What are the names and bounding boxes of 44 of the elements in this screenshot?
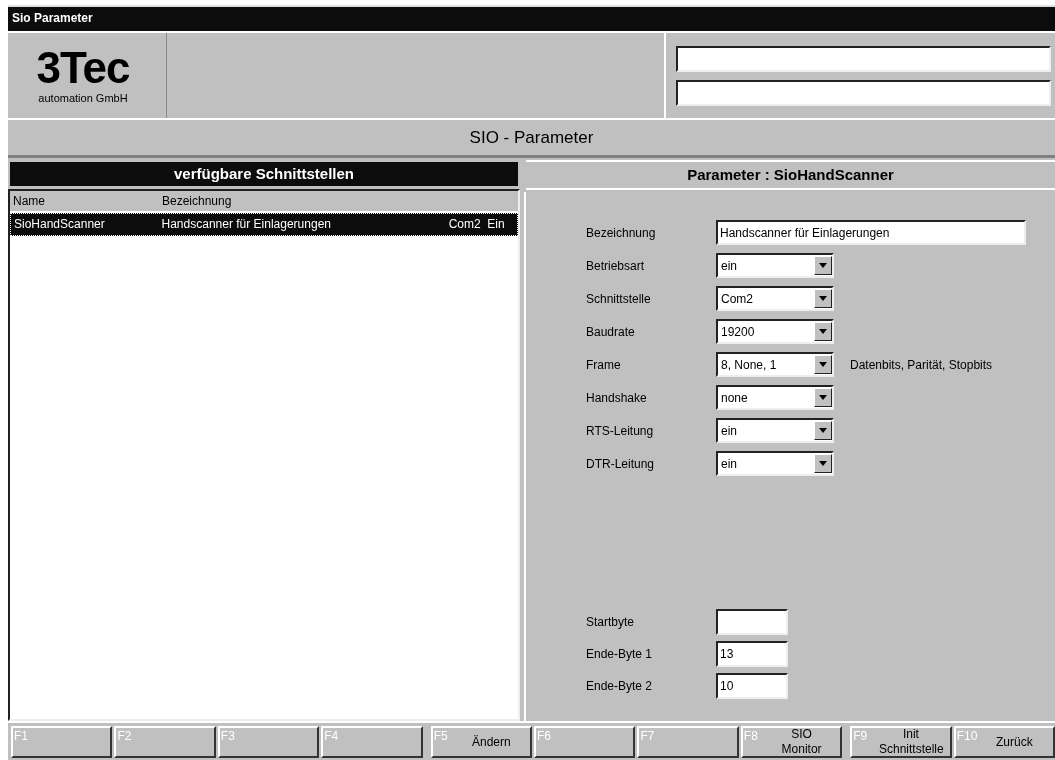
field-label: Bezeichnung: [586, 225, 657, 240]
logo-text: 3Tec: [36, 47, 130, 88]
dropdown-arrow-icon: [819, 263, 827, 268]
dropdown[interactable]: ein: [716, 451, 834, 476]
dropdown-arrow-icon: [819, 428, 827, 433]
input-field[interactable]: [716, 609, 788, 635]
field-hint: Datenbits, Parität, Stopbits: [850, 357, 993, 372]
input-field[interactable]: Handscanner für Einlagerungen: [716, 220, 1026, 245]
field-label: Ende-Byte 2: [586, 679, 654, 693]
function-key[interactable]: F8 SIO Monitor: [740, 726, 843, 758]
dropdown[interactable]: ein: [716, 253, 834, 278]
logo-subtitle: automation GmbH: [38, 91, 128, 104]
field-label: Ende-Byte 1: [586, 647, 654, 661]
input-field[interactable]: 10: [716, 673, 788, 699]
dropdown-arrow-icon: [819, 362, 827, 367]
panel-title: Parameter : SioHandScanner: [526, 160, 1055, 190]
input-field[interactable]: [676, 79, 1051, 106]
dropdown[interactable]: Com2: [716, 286, 834, 311]
input-field[interactable]: 13: [716, 641, 788, 667]
dropdown[interactable]: none: [716, 385, 834, 410]
dropdown[interactable]: 19200: [716, 319, 834, 344]
column-label: Name: [12, 193, 46, 210]
window-title: Sio Parameter: [8, 7, 1055, 31]
field-label: Handshake: [586, 390, 648, 405]
dropdown-arrow-icon: [819, 329, 827, 334]
field-label: Baudrate: [586, 324, 636, 339]
field-label: RTS-Leitung: [586, 423, 655, 438]
field-label: DTR-Leitung: [586, 456, 656, 471]
list-row[interactable]: SioHandScanner Handscanner für Einlagerungen Com2 Ein: [10, 213, 518, 236]
function-key[interactable]: F9 Init Schnittstelle: [850, 726, 952, 758]
dropdown-arrow-icon: [819, 296, 827, 301]
field-label: Frame: [586, 357, 622, 372]
column-label: Bezeichnung: [161, 193, 233, 210]
field-label: Schnittstelle: [586, 291, 652, 306]
dropdown[interactable]: 8, None, 1: [716, 352, 834, 377]
dropdown-arrow-icon: [819, 395, 827, 400]
field-label: Betriebsart: [586, 258, 646, 273]
input-field[interactable]: [676, 45, 1051, 72]
function-key[interactable]: F5 Ändern: [430, 726, 533, 758]
dropdown-arrow-icon: [819, 461, 827, 466]
field-label: Startbyte: [586, 615, 636, 629]
function-key[interactable]: F10 Zurück: [953, 726, 1055, 758]
dropdown[interactable]: ein: [716, 418, 834, 443]
panel-title: verfügbare Schnittstellen: [8, 160, 520, 188]
